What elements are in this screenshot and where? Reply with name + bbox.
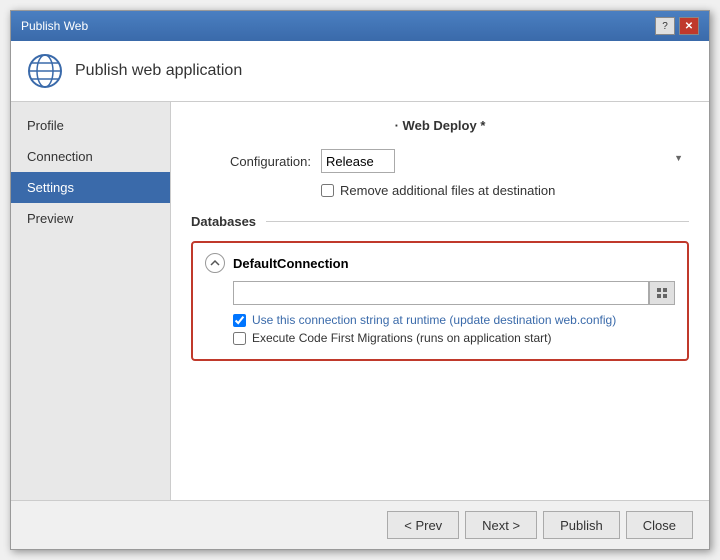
remove-files-checkbox[interactable] xyxy=(321,184,334,197)
databases-divider xyxy=(266,221,689,222)
configuration-select[interactable]: Release xyxy=(321,149,395,173)
execute-migrations-label: Execute Code First Migrations (runs on a… xyxy=(252,331,551,345)
publish-web-dialog: Publish Web ? ✕ Publish web application … xyxy=(10,10,710,550)
next-button[interactable]: Next > xyxy=(465,511,537,539)
dialog-title: Publish Web xyxy=(21,19,88,33)
execute-migrations-checkbox[interactable] xyxy=(233,332,246,345)
databases-label: Databases xyxy=(191,214,256,229)
window-close-button[interactable]: ✕ xyxy=(679,17,699,35)
prev-button[interactable]: < Prev xyxy=(387,511,459,539)
db-browse-button[interactable] xyxy=(649,281,675,305)
db-input-row xyxy=(233,281,675,305)
title-bar: Publish Web ? ✕ xyxy=(11,11,709,41)
configuration-select-wrapper: Release xyxy=(321,149,689,173)
use-connection-row: Use this connection string at runtime (u… xyxy=(233,313,675,327)
use-connection-checkbox[interactable] xyxy=(233,314,246,327)
db-header: DefaultConnection xyxy=(205,253,675,273)
chevron-up-icon xyxy=(210,259,220,267)
databases-section-header: Databases xyxy=(191,214,689,229)
sidebar-item-preview[interactable]: Preview xyxy=(11,203,170,234)
sidebar: Profile Connection Settings Preview xyxy=(11,102,171,500)
sidebar-item-settings[interactable]: Settings xyxy=(11,172,170,203)
collapse-icon[interactable] xyxy=(205,253,225,273)
default-connection-box: DefaultConnection xyxy=(191,241,689,361)
close-button[interactable]: Close xyxy=(626,511,693,539)
db-connection-input[interactable] xyxy=(233,281,649,305)
header-area: Publish web application xyxy=(11,41,709,102)
use-connection-label: Use this connection string at runtime (u… xyxy=(252,313,616,327)
help-button[interactable]: ? xyxy=(655,17,675,35)
content-area: Profile Connection Settings Preview · We… xyxy=(11,102,709,500)
publish-button[interactable]: Publish xyxy=(543,511,620,539)
sidebar-item-connection[interactable]: Connection xyxy=(11,141,170,172)
db-checkboxes: Use this connection string at runtime (u… xyxy=(233,313,675,345)
remove-files-row: Remove additional files at destination xyxy=(321,183,689,198)
header-title: Publish web application xyxy=(75,62,242,80)
footer: < Prev Next > Publish Close xyxy=(11,500,709,549)
globe-icon xyxy=(27,53,63,89)
main-content: · Web Deploy * Configuration: Release Re… xyxy=(171,102,709,500)
remove-files-label: Remove additional files at destination xyxy=(340,183,555,198)
section-title: · Web Deploy * xyxy=(191,118,689,133)
grid-icon xyxy=(656,287,668,299)
configuration-row: Configuration: Release xyxy=(191,149,689,173)
sidebar-item-profile[interactable]: Profile xyxy=(11,110,170,141)
execute-migrations-row: Execute Code First Migrations (runs on a… xyxy=(233,331,675,345)
configuration-label: Configuration: xyxy=(191,154,311,169)
title-bar-buttons: ? ✕ xyxy=(655,17,699,35)
db-name: DefaultConnection xyxy=(233,256,349,271)
